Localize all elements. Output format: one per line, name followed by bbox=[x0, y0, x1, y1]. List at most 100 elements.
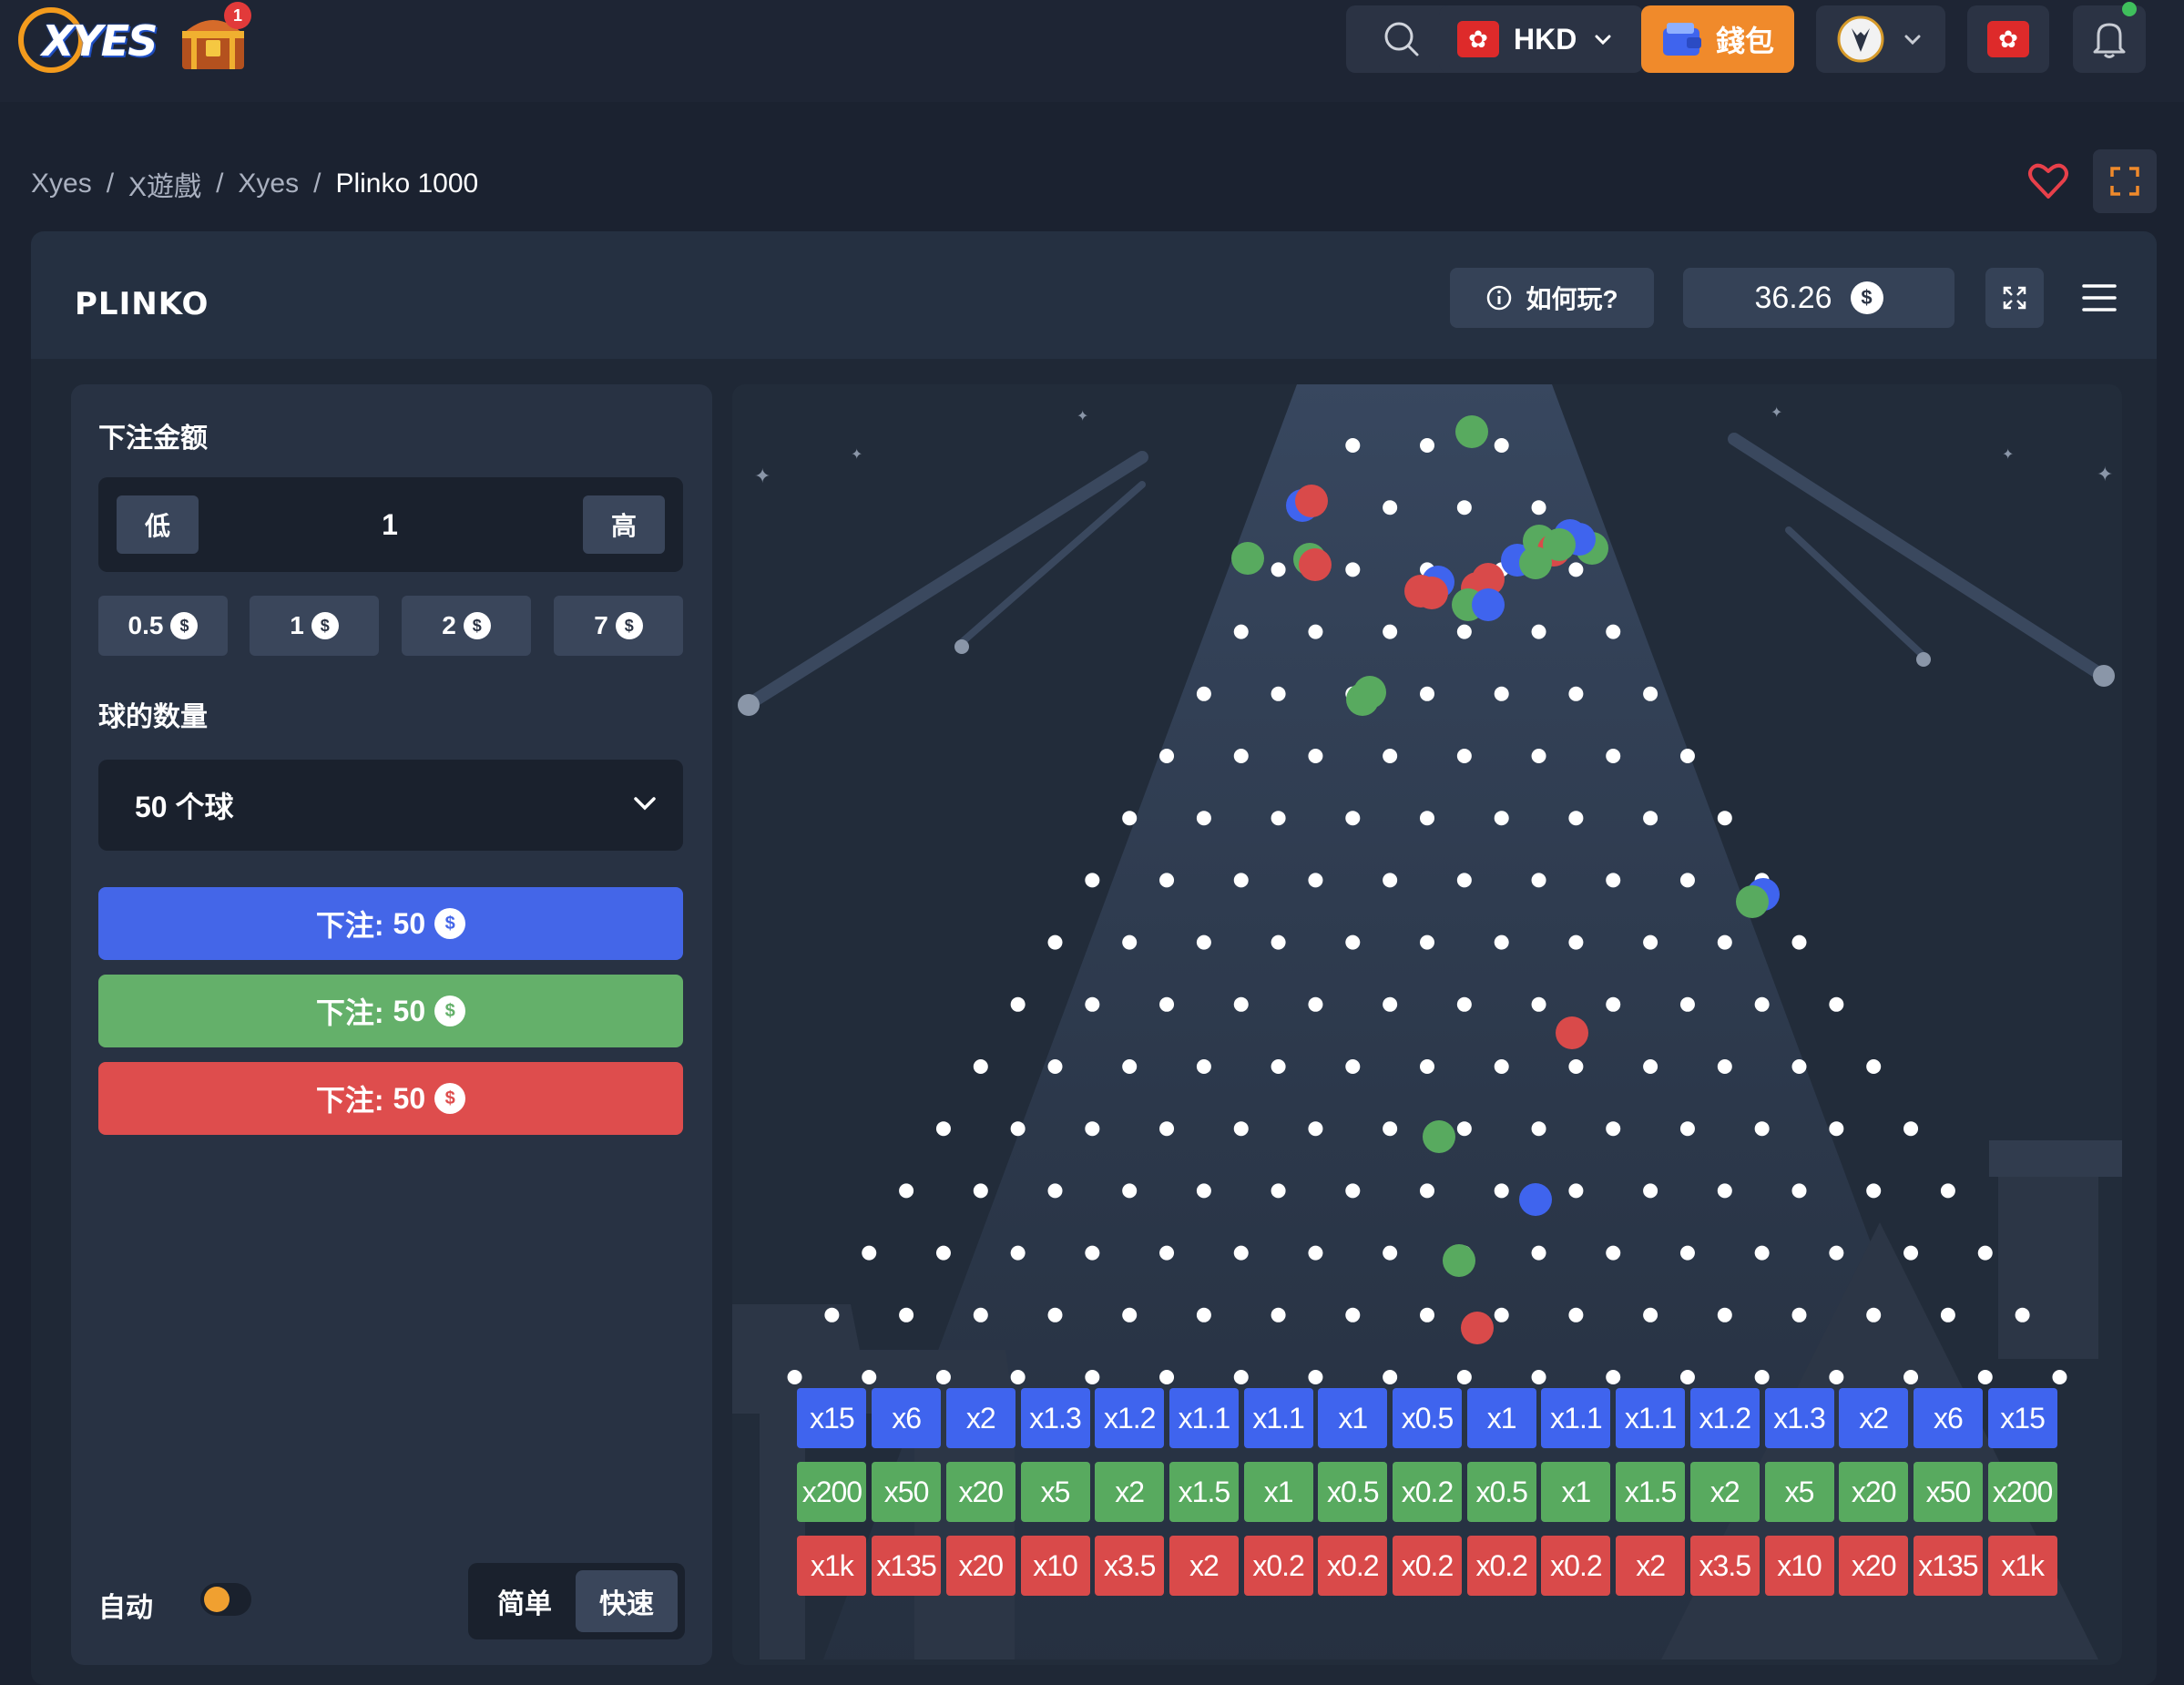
chevron-down-icon bbox=[634, 797, 656, 811]
multiplier-slot: x1.5 bbox=[1169, 1462, 1239, 1522]
user-menu-button[interactable] bbox=[1816, 5, 1945, 73]
peg bbox=[1494, 1059, 1509, 1074]
ball-count-select[interactable]: 50 个球 bbox=[98, 760, 683, 851]
currency-selector[interactable]: ✿ HKD bbox=[1439, 5, 1643, 73]
streak-ball-icon bbox=[954, 639, 969, 654]
peg bbox=[1791, 934, 1807, 950]
peg bbox=[1233, 1121, 1249, 1137]
multiplier-slot: x1 bbox=[1318, 1388, 1388, 1448]
peg bbox=[1754, 996, 1770, 1012]
bet-button-blue[interactable]: 下注: 50 $ bbox=[98, 887, 683, 960]
bet-button-red[interactable]: 下注: 50 $ bbox=[98, 1062, 683, 1135]
plinko-board: ✦ ✦ ✦ ✦ ✦ ✦ x15 x6 x2 x1.3 x1.2 x1.1 x1.1 x1 x0.… bbox=[732, 384, 2122, 1665]
peg bbox=[2052, 1370, 2067, 1384]
bet-amount-input[interactable]: 低 1 高 bbox=[98, 477, 683, 572]
chip-button[interactable]: 2 $ bbox=[402, 596, 531, 656]
bet-amount-value[interactable]: 1 bbox=[217, 477, 563, 572]
dollar-coin-icon: $ bbox=[434, 996, 466, 1026]
peg bbox=[1196, 1183, 1211, 1199]
multiplier-slot: x0.5 bbox=[1318, 1462, 1388, 1522]
multiplier-slot: x1 bbox=[1541, 1462, 1611, 1522]
peg bbox=[1791, 1307, 1807, 1322]
streak-ball-icon bbox=[1916, 652, 1931, 667]
peg bbox=[1345, 811, 1361, 826]
multiplier-slot: x6 bbox=[872, 1388, 942, 1448]
expand-button[interactable] bbox=[1985, 268, 2044, 328]
auto-toggle[interactable] bbox=[200, 1583, 251, 1616]
peg bbox=[1420, 686, 1434, 701]
bet-button-green[interactable]: 下注: 50 $ bbox=[98, 975, 683, 1047]
mode-simple-option[interactable]: 简单 bbox=[474, 1570, 576, 1632]
wallet-button[interactable]: 錢包 bbox=[1641, 5, 1794, 73]
peg bbox=[1122, 934, 1138, 950]
multiplier-slot: x0.2 bbox=[1318, 1536, 1388, 1596]
peg bbox=[1085, 1245, 1100, 1261]
multiplier-slot: x50 bbox=[1913, 1462, 1983, 1522]
streak-ball-icon bbox=[738, 694, 760, 716]
ball-count-value: 50 个球 bbox=[135, 791, 234, 823]
multiplier-slot: x10 bbox=[1764, 1536, 1834, 1596]
peg bbox=[1196, 811, 1211, 826]
plinko-ball bbox=[1736, 885, 1769, 918]
breadcrumb-link[interactable]: Xyes bbox=[238, 168, 299, 199]
control-panel: 下注金额 低 1 高 0.5 $ 1 $ 2 $ 7 $ 球的数量 50 个球 bbox=[71, 384, 712, 1665]
peg bbox=[1494, 1307, 1509, 1322]
site-logo[interactable]: XYES bbox=[18, 5, 158, 78]
wallet-label: 錢包 bbox=[1715, 25, 1774, 57]
max-bet-button[interactable]: 高 bbox=[583, 495, 665, 554]
multiplier-slot: x2 bbox=[945, 1388, 1015, 1448]
peg bbox=[1754, 1121, 1770, 1137]
breadcrumb-link[interactable]: Xyes bbox=[31, 168, 92, 199]
hk-flag-icon: ✿ bbox=[1987, 21, 2029, 57]
chip-button[interactable]: 1 $ bbox=[250, 596, 379, 656]
plinko-ball bbox=[1556, 1016, 1588, 1049]
plinko-logo: PLINKO bbox=[75, 286, 209, 322]
breadcrumb-link[interactable]: X遊戲 bbox=[128, 164, 201, 204]
peg bbox=[1271, 1183, 1286, 1199]
bell-icon bbox=[2093, 23, 2126, 58]
peg bbox=[1531, 749, 1546, 763]
peg bbox=[1606, 1121, 1621, 1137]
breadcrumb-separator: / bbox=[216, 168, 224, 199]
mode-fast-option[interactable]: 快速 bbox=[576, 1570, 678, 1632]
plinko-ball bbox=[1415, 577, 1448, 609]
peg bbox=[1456, 1370, 1472, 1384]
peg bbox=[1531, 873, 1546, 888]
game-frame: PLINKO 如何玩? 36.26 $ 下注金额 低 1 高 0.5 $ 1 $… bbox=[31, 231, 2157, 1685]
peg bbox=[1308, 1121, 1323, 1137]
multiplier-slot: x0.2 bbox=[1541, 1536, 1611, 1596]
plinko-ball bbox=[1423, 1120, 1455, 1153]
peg bbox=[1271, 811, 1286, 826]
peg bbox=[1568, 686, 1584, 701]
dollar-coin-icon: $ bbox=[463, 612, 491, 639]
online-status-dot bbox=[2122, 2, 2137, 16]
toggle-knob bbox=[204, 1587, 230, 1612]
breadcrumb: Xyes / X遊戲 / Xyes / Plinko 1000 bbox=[31, 164, 478, 204]
multiplier-slot: x0.2 bbox=[1243, 1536, 1313, 1596]
dollar-coin-icon: $ bbox=[615, 612, 643, 639]
peg bbox=[1717, 1307, 1732, 1322]
peg bbox=[1085, 1370, 1100, 1384]
peg bbox=[1568, 811, 1584, 826]
peg bbox=[1420, 1307, 1434, 1322]
fullscreen-button[interactable] bbox=[2093, 149, 2157, 213]
chip-button[interactable]: 0.5 $ bbox=[98, 596, 228, 656]
top-header: XYES 1 ✿ HKD 錢包 ✿ bbox=[0, 0, 2184, 102]
peg bbox=[1866, 1059, 1882, 1074]
notifications-button[interactable] bbox=[2073, 5, 2146, 73]
peg bbox=[1383, 1370, 1398, 1384]
peg bbox=[1271, 562, 1286, 577]
dollar-coin-icon: $ bbox=[1850, 281, 1883, 314]
streak-ball-icon bbox=[2093, 665, 2115, 687]
chip-button[interactable]: 7 $ bbox=[554, 596, 683, 656]
how-to-play-button[interactable]: 如何玩? bbox=[1450, 268, 1654, 328]
favorite-heart-icon[interactable] bbox=[2027, 160, 2069, 202]
hamburger-menu-icon[interactable] bbox=[2077, 275, 2122, 321]
peg bbox=[935, 1370, 951, 1384]
peg bbox=[935, 1121, 951, 1137]
multiplier-slot: x1k bbox=[797, 1536, 867, 1596]
language-button[interactable]: ✿ bbox=[1967, 5, 2049, 73]
min-bet-button[interactable]: 低 bbox=[117, 495, 199, 554]
peg bbox=[1977, 1245, 1993, 1261]
peg bbox=[1159, 749, 1175, 763]
